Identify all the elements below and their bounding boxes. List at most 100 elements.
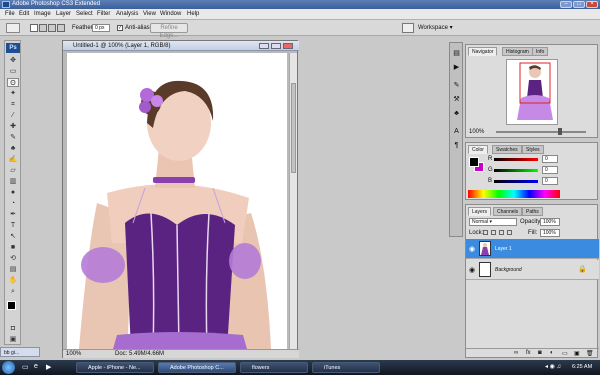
menu-image[interactable]: Image (34, 9, 51, 20)
move-tool-icon[interactable]: ✥ (7, 56, 19, 65)
bridge-icon[interactable] (402, 23, 414, 33)
navigator-zoom[interactable]: 100% (469, 129, 484, 135)
tab-layers[interactable]: Layers (468, 207, 492, 216)
doc-minimize-button[interactable] (259, 43, 269, 49)
tab-histogram[interactable]: Histogram (502, 47, 533, 56)
tray-icons[interactable]: ◂ ◉ ♫ (545, 363, 561, 370)
path-selection-tool-icon[interactable]: ↖ (7, 232, 19, 241)
healing-brush-tool-icon[interactable]: ✚ (7, 122, 19, 131)
hand-tool-icon[interactable]: ✋ (7, 276, 19, 285)
g-slider[interactable] (494, 169, 538, 172)
add-selection-icon[interactable] (39, 24, 47, 32)
clone-source-panel-icon[interactable]: ♣ (452, 109, 461, 118)
actions-panel-icon[interactable]: ▶ (452, 63, 461, 72)
maximize-button[interactable]: □ (573, 1, 585, 8)
zoom-level[interactable]: 100% (66, 350, 81, 359)
link-layers-icon[interactable]: ∞ (514, 350, 518, 356)
close-button[interactable]: × (586, 1, 598, 8)
opacity-input[interactable]: 100% (540, 218, 560, 226)
r-value[interactable]: 0 (542, 155, 558, 163)
layer-mask-icon[interactable]: ◙ (538, 350, 542, 356)
start-button-icon[interactable] (2, 361, 15, 374)
tab-styles[interactable]: Styles (522, 145, 544, 154)
eye-icon[interactable]: ◉ (469, 266, 475, 274)
doc-close-button[interactable] (283, 43, 293, 49)
quick-mask-icon[interactable]: ◘ (7, 324, 19, 333)
crop-tool-icon[interactable]: ⌗ (7, 100, 19, 109)
character-panel-icon[interactable]: A (452, 127, 461, 136)
lock-transparency-icon[interactable] (483, 230, 488, 235)
ie-icon[interactable]: e (34, 363, 38, 370)
brushes-panel-icon[interactable]: ✎ (452, 81, 461, 90)
tool-presets-panel-icon[interactable]: ⚒ (452, 95, 461, 104)
task-iphone-browser[interactable]: Apple - iPhone - Ne... (76, 362, 154, 373)
lock-all-icon[interactable] (507, 230, 512, 235)
scroll-thumb[interactable] (291, 83, 296, 173)
media-icon[interactable]: ▶ (46, 363, 51, 371)
layer-style-icon[interactable]: fx (526, 350, 531, 356)
zoom-tool-icon[interactable]: ⌕ (7, 287, 19, 296)
menu-help[interactable]: Help (187, 9, 199, 20)
tab-channels[interactable]: Channels (493, 207, 523, 216)
lasso-tool-icon[interactable]: ʘ (7, 78, 19, 87)
type-tool-icon[interactable]: T (7, 221, 19, 230)
b-slider[interactable] (494, 180, 538, 183)
antialias-checkbox[interactable]: ✓ (117, 25, 123, 31)
shape-tool-icon[interactable]: ■ (7, 243, 19, 252)
clone-stamp-tool-icon[interactable]: ♣ (7, 144, 19, 153)
notes-tool-icon[interactable]: ▤ (7, 265, 19, 274)
menu-select[interactable]: Select (76, 9, 93, 20)
doc-size-info[interactable]: Doc: 5.49M/4.66M (115, 350, 164, 359)
screen-mode-icon[interactable]: ▣ (7, 335, 19, 344)
adjustment-layer-icon[interactable]: ◐ (550, 350, 554, 356)
history-panel-icon[interactable]: ▤ (452, 49, 461, 58)
intersect-selection-icon[interactable] (57, 24, 65, 32)
menu-filter[interactable]: Filter (97, 9, 110, 20)
history-brush-tool-icon[interactable]: ✍ (7, 155, 19, 164)
blend-mode-select[interactable]: Normal ▾ (469, 218, 517, 226)
b-value[interactable]: 0 (542, 177, 558, 185)
menu-layer[interactable]: Layer (56, 9, 71, 20)
doc-maximize-button[interactable] (271, 43, 281, 49)
task-itunes[interactable]: iTunes (312, 362, 380, 373)
gradient-tool-icon[interactable]: ▥ (7, 177, 19, 186)
lock-position-icon[interactable] (499, 230, 504, 235)
foreground-color-swatch[interactable] (7, 301, 16, 310)
show-desktop-icon[interactable]: ▭ (22, 363, 29, 371)
blur-tool-icon[interactable]: ● (7, 188, 19, 197)
minimize-button[interactable]: – (560, 1, 572, 8)
tab-swatches[interactable]: Swatches (492, 145, 522, 154)
feather-input[interactable]: 0 px (92, 24, 110, 32)
3d-rotate-tool-icon[interactable]: ⟲ (7, 254, 19, 263)
lasso-preset-icon[interactable] (6, 23, 20, 33)
brush-tool-icon[interactable]: ✎ (7, 133, 19, 142)
menu-view[interactable]: View (143, 9, 156, 20)
image-canvas[interactable] (67, 53, 287, 349)
refine-edge-button[interactable]: Refine Edge... (150, 23, 188, 39)
tab-color[interactable]: Color (468, 145, 488, 154)
new-selection-icon[interactable] (30, 24, 38, 32)
paragraph-panel-icon[interactable]: ¶ (452, 141, 461, 150)
dodge-tool-icon[interactable]: ◔ (7, 199, 19, 208)
workspace-button[interactable]: Workspace ▾ (418, 23, 458, 33)
menu-analysis[interactable]: Analysis (116, 9, 138, 20)
clock[interactable]: 6:25 AM (572, 364, 592, 370)
trash-icon[interactable]: 🗑 (586, 350, 594, 357)
new-group-icon[interactable]: ▭ (562, 350, 568, 357)
lock-pixels-icon[interactable] (491, 230, 496, 235)
pen-tool-icon[interactable]: ✒ (7, 210, 19, 219)
tab-navigator[interactable]: Navigator (468, 47, 498, 56)
navigator-zoom-slider[interactable] (496, 131, 586, 133)
navigator-zoom-handle[interactable] (558, 128, 562, 135)
minimized-document[interactable]: bb gi... (0, 347, 40, 357)
new-layer-icon[interactable]: ▣ (574, 350, 580, 357)
g-value[interactable]: 0 (542, 166, 558, 174)
task-photoshop[interactable]: Adobe Photoshop C... (158, 362, 236, 373)
navigator-thumbnail[interactable] (506, 59, 558, 125)
menu-window[interactable]: Window (160, 9, 181, 20)
tab-info[interactable]: Info (532, 47, 549, 56)
menu-edit[interactable]: Edit (19, 9, 29, 20)
tab-paths[interactable]: Paths (522, 207, 543, 216)
eraser-tool-icon[interactable]: ▱ (7, 166, 19, 175)
vertical-scrollbar[interactable] (289, 53, 297, 349)
